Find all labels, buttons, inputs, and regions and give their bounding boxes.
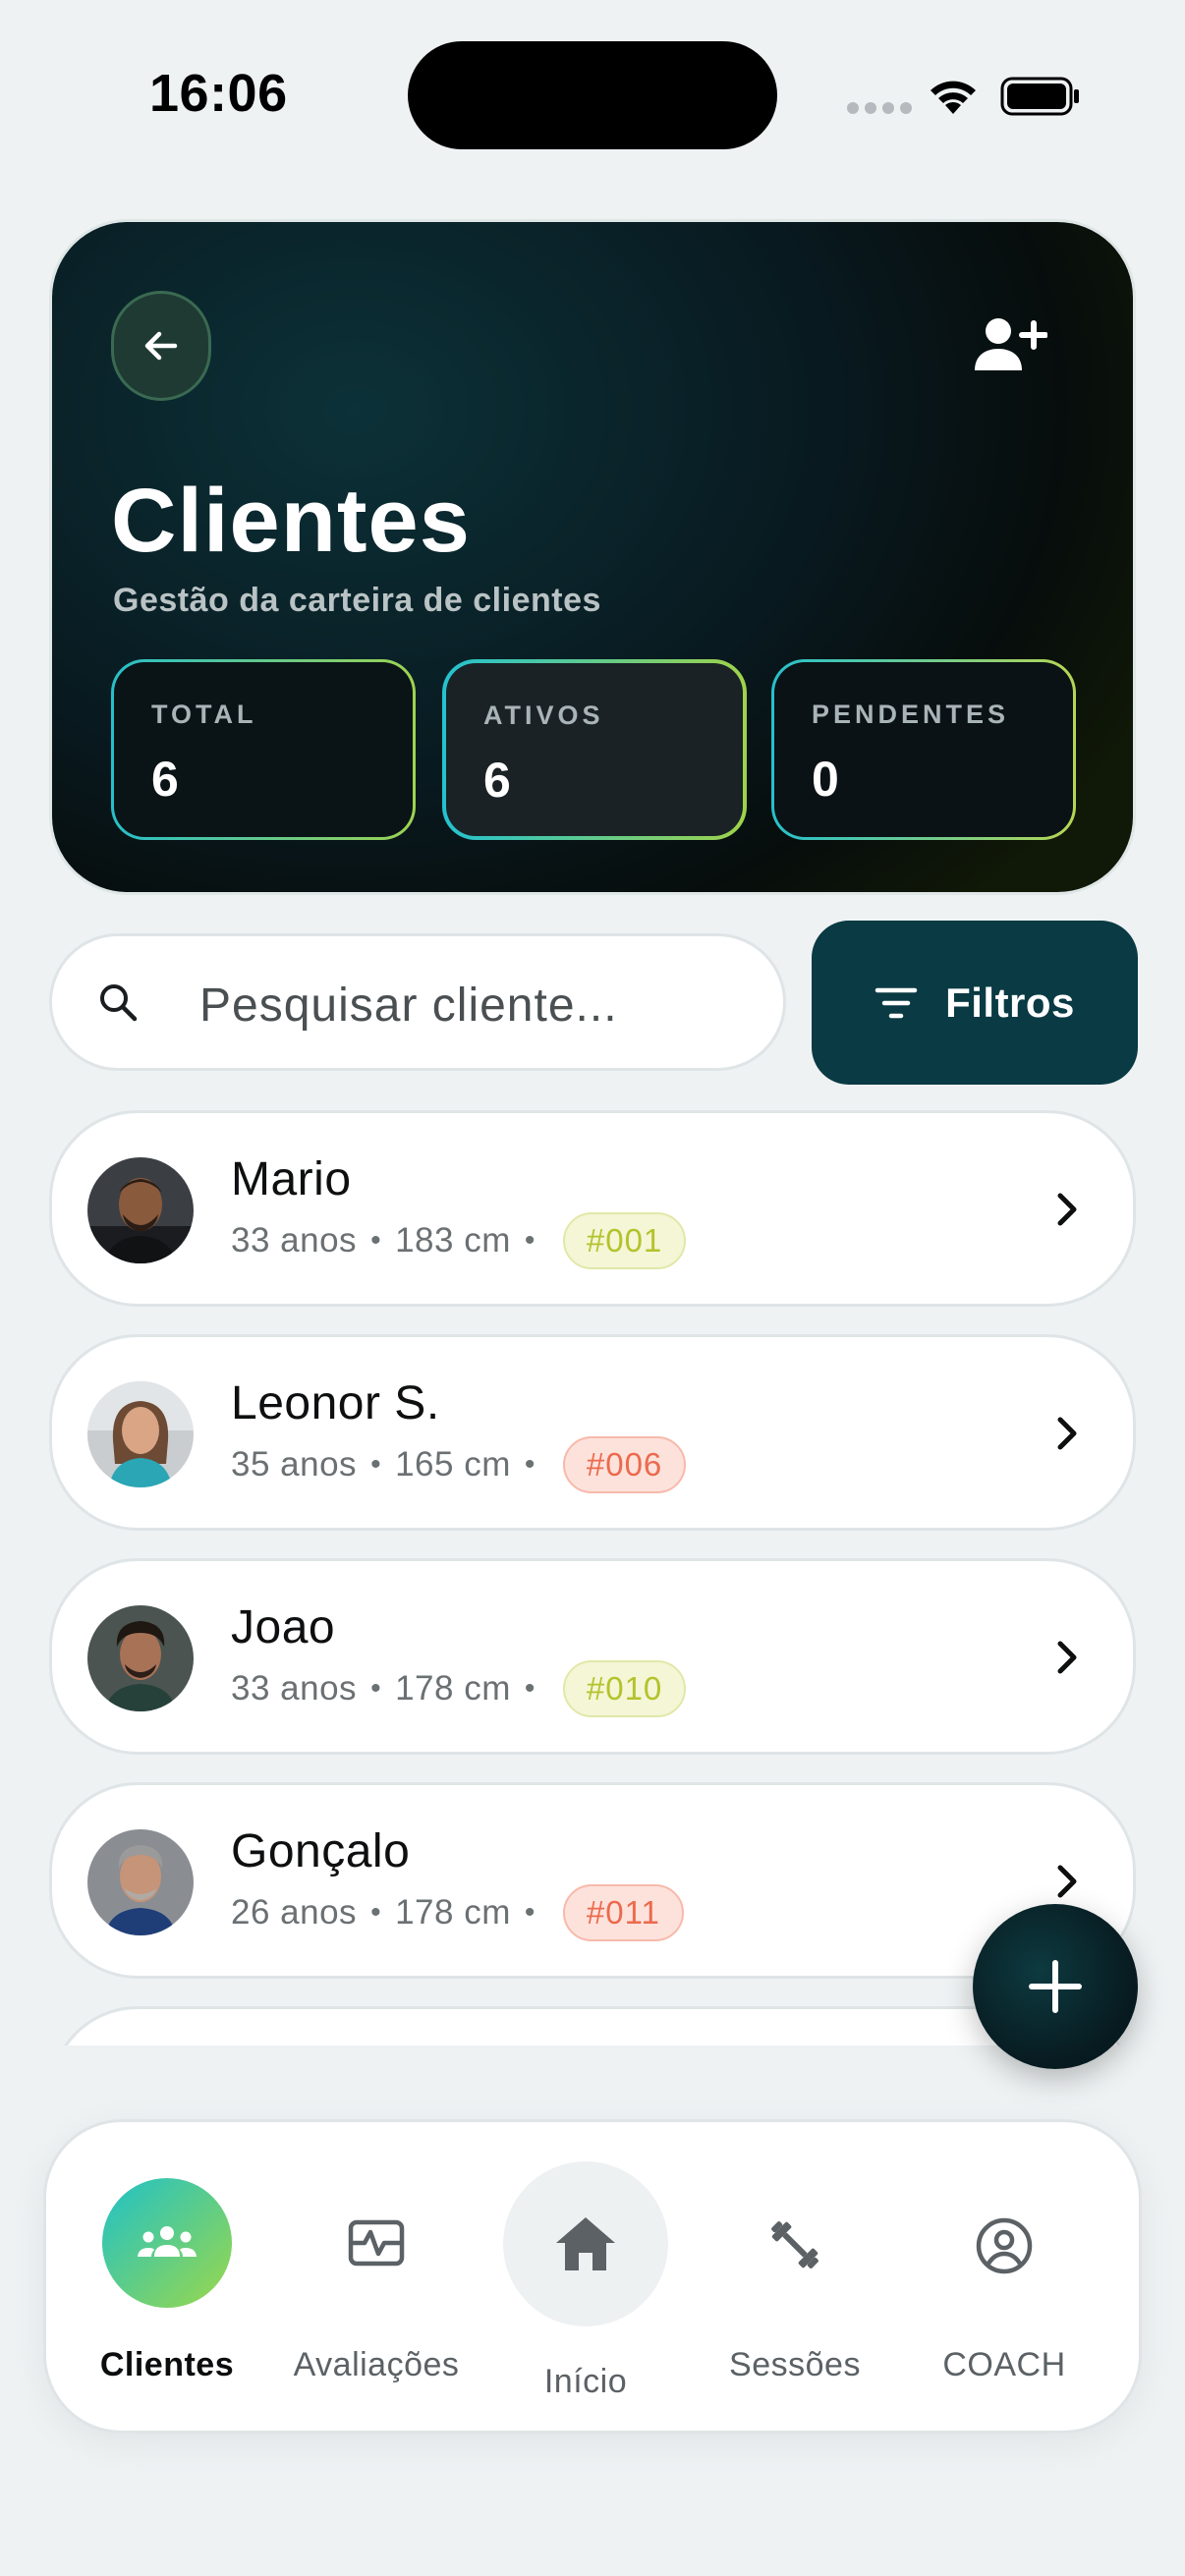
arrow-left-icon: [144, 331, 178, 361]
search-icon: [100, 984, 138, 1022]
person-add-icon: [975, 318, 1047, 370]
stat-label: TOTAL: [151, 700, 257, 729]
home-button-bg: [503, 2161, 668, 2326]
separator: •: [524, 1224, 536, 1257]
nav-label: Clientes: [99, 2346, 235, 2383]
add-client-button[interactable]: [966, 301, 1054, 389]
separator: •: [370, 1224, 382, 1257]
client-height: 165 cm: [395, 1445, 511, 1484]
filter-button-label: Filtros: [945, 979, 1075, 1026]
stat-card-total: TOTAL 6: [111, 659, 416, 840]
separator: •: [370, 1672, 382, 1705]
plus-icon: [1029, 1960, 1082, 2013]
search-field[interactable]: [49, 933, 786, 1071]
group-icon: [138, 2226, 197, 2257]
client-row-leonor[interactable]: Leonor S. 35 anos • 165 cm • #006: [49, 1334, 1136, 1531]
client-height: 178 cm: [395, 1893, 511, 1932]
chevron-right-icon: [1057, 1417, 1077, 1450]
nav-label: Avaliações: [293, 2346, 460, 2383]
separator: •: [524, 1448, 536, 1481]
nav-label: COACH: [942, 2346, 1066, 2383]
client-name: Gonçalo: [231, 1825, 411, 1877]
nav-active-indicator: [102, 2178, 232, 2308]
client-row-mario[interactable]: Mario 33 anos • 183 cm • #001: [49, 1110, 1136, 1307]
filter-button[interactable]: Filtros: [812, 921, 1138, 1085]
client-list[interactable]: Mario 33 anos • 183 cm • #001 Leonor S. …: [49, 1110, 1136, 2045]
wifi-icon: [931, 81, 976, 114]
account-circle-icon: [976, 2217, 1033, 2274]
avatar: [87, 1605, 194, 1711]
client-row-joao[interactable]: Joao 33 anos • 178 cm • #010: [49, 1558, 1136, 1755]
bottom-nav: Clientes Avaliações Início Sessões COACH: [43, 2119, 1142, 2434]
nav-item-coach[interactable]: COACH: [901, 2122, 1107, 2436]
chevron-right-icon: [1057, 1641, 1077, 1674]
stat-value: 6: [151, 752, 179, 807]
chevron-right-icon: [1057, 1193, 1077, 1226]
separator: •: [370, 1896, 382, 1929]
stat-value: 0: [812, 752, 839, 807]
nav-item-clientes[interactable]: Clientes: [64, 2122, 270, 2436]
avatar: [87, 1829, 194, 1935]
client-height: 178 cm: [395, 1669, 511, 1708]
nav-label: Início: [543, 2363, 628, 2400]
battery-icon: [1000, 77, 1079, 116]
avatar: [87, 1381, 194, 1487]
client-height: 183 cm: [395, 1221, 511, 1260]
stat-label: ATIVOS: [483, 700, 604, 730]
client-id-badge: #010: [562, 1660, 687, 1717]
client-name: Leonor S.: [231, 1377, 440, 1429]
nav-item-avaliacoes[interactable]: Avaliações: [273, 2122, 480, 2436]
client-meta: 35 anos • 165 cm • #006: [231, 1436, 687, 1493]
activity-icon: [348, 2219, 405, 2267]
client-name: Mario: [231, 1153, 352, 1205]
nav-item-inicio[interactable]: Início: [482, 2122, 689, 2436]
avatar: [87, 1157, 194, 1263]
nav-label: Sessões: [729, 2346, 861, 2383]
stat-value: 6: [483, 753, 511, 808]
nav-item-sessoes[interactable]: Sessões: [692, 2122, 898, 2436]
stat-card-pendentes: PENDENTES 0: [771, 659, 1076, 840]
client-age: 35 anos: [231, 1445, 358, 1484]
client-meta: 33 anos • 183 cm • #001: [231, 1212, 687, 1269]
add-button[interactable]: [973, 1904, 1138, 2069]
client-id-badge: #006: [562, 1436, 687, 1493]
dumbbell-icon: [771, 2221, 818, 2268]
status-time: 16:06: [149, 64, 288, 123]
client-meta: 33 anos • 178 cm • #010: [231, 1660, 687, 1717]
client-id-badge: #001: [562, 1212, 687, 1269]
client-age: 26 anos: [231, 1893, 358, 1932]
client-age: 33 anos: [231, 1221, 358, 1260]
separator: •: [524, 1672, 536, 1705]
page-title: Clientes: [111, 471, 471, 571]
separator: •: [524, 1896, 536, 1929]
back-button[interactable]: [111, 291, 211, 401]
client-row-partial[interactable]: [49, 2006, 1136, 2045]
client-age: 33 anos: [231, 1669, 358, 1708]
client-id-badge: #011: [562, 1884, 684, 1941]
stat-label: PENDENTES: [812, 700, 1010, 729]
chevron-right-icon: [1057, 1865, 1077, 1898]
client-name: Joao: [231, 1601, 336, 1653]
cellular-signal-icon: [847, 102, 912, 114]
dynamic-island: [408, 41, 777, 149]
stat-card-ativos: ATIVOS 6: [442, 659, 747, 840]
client-row-goncalo[interactable]: Gonçalo 26 anos • 178 cm • #011: [49, 1782, 1136, 1979]
search-input[interactable]: [199, 966, 750, 1044]
client-meta: 26 anos • 178 cm • #011: [231, 1884, 684, 1941]
separator: •: [370, 1448, 382, 1481]
filter-list-icon: [875, 987, 918, 1018]
home-icon: [556, 2217, 615, 2270]
page-subtitle: Gestão da carteira de clientes: [113, 582, 601, 619]
header-card: Clientes Gestão da carteira de clientes …: [49, 219, 1136, 895]
